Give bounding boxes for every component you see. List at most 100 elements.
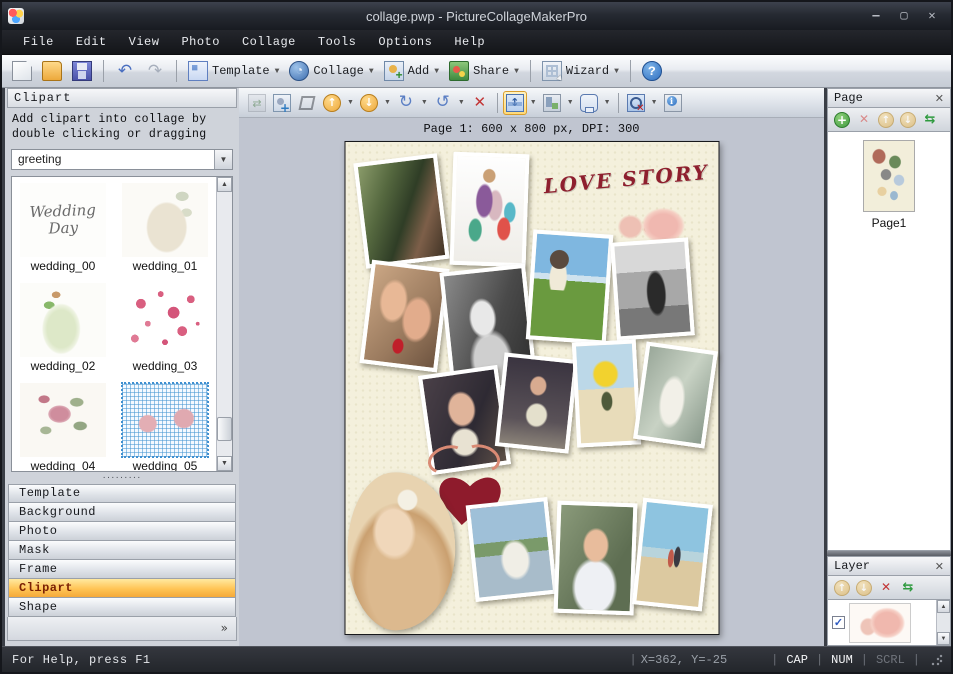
close-button[interactable]: ✕ [923,8,941,24]
photo-beach-walk-couple[interactable] [632,498,713,612]
clipart-thumbnail[interactable] [122,383,208,457]
new-button[interactable] [8,59,36,83]
open-button[interactable] [38,59,66,83]
clipart-scrollbar[interactable]: ▲ ▼ [216,177,232,471]
wizard-button[interactable]: Wizard ▼ [538,59,623,83]
share-button[interactable]: Share ▼ [445,59,523,83]
photo-bw-kneeling-beach[interactable] [610,237,695,340]
clipart-item-wedding_01[interactable]: wedding_01 [116,179,214,279]
delete-layer-icon[interactable] [878,580,894,596]
scrollbar-thumb[interactable] [217,417,232,441]
chevron-down-icon[interactable]: ▼ [514,67,519,76]
bring-forward-button[interactable] [320,91,344,115]
delete-object-button[interactable] [468,91,492,115]
clipart-thumbnail[interactable] [20,383,106,457]
tabs-overflow-button[interactable]: » [7,617,237,641]
move-layer-up-icon[interactable] [834,580,850,596]
chevron-down-icon[interactable]: ▼ [345,99,356,106]
minimize-button[interactable]: – [867,8,885,24]
clipart-thumbnail[interactable] [20,283,106,357]
crop-button[interactable] [295,91,319,115]
photo-bride-bouquet[interactable] [494,352,577,453]
undo-button[interactable]: ↶ [111,59,139,83]
layer-thumbnail[interactable] [849,603,911,643]
move-page-up-icon[interactable] [878,112,894,128]
sidebar-tab-clipart[interactable]: Clipart [8,579,236,598]
clipart-item-wedding_03[interactable]: wedding_03 [116,279,214,379]
maximize-button[interactable]: ▢ [895,8,913,24]
chevron-down-icon[interactable]: ▼ [602,99,613,106]
menu-photo[interactable]: Photo [170,32,231,52]
refresh-pages-icon[interactable] [922,112,938,128]
chevron-down-icon[interactable]: ▼ [275,67,280,76]
clipart-thumbnail[interactable] [122,283,208,357]
chevron-down-icon[interactable]: ▼ [369,67,374,76]
clipart-item-wedding_02[interactable]: wedding_02 [14,279,112,379]
layer-visibility-checkbox[interactable] [832,616,845,629]
clipart-item-wedding_04[interactable]: wedding_04 [14,379,112,472]
collage-button[interactable]: Collage ▼ [285,59,377,83]
chevron-down-icon[interactable]: ▼ [649,99,660,106]
align-button[interactable] [540,91,564,115]
sidebar-tab-photo[interactable]: Photo [8,522,236,541]
layer-scrollbar[interactable]: ▲ ▼ [936,600,950,645]
resize-button[interactable] [577,91,601,115]
chevron-down-icon[interactable]: ▼ [614,67,619,76]
replace-photo-button[interactable] [245,91,269,115]
collage-page[interactable]: LOVE STORY [344,141,719,635]
close-icon[interactable]: ✕ [935,560,944,573]
scroll-down-icon[interactable]: ▼ [937,632,950,645]
send-backward-button[interactable] [357,91,381,115]
menu-options[interactable]: Options [367,32,443,52]
title-love-story[interactable]: LOVE STORY [542,162,689,203]
page-thumbnail[interactable] [863,140,915,212]
menu-help[interactable]: Help [443,32,496,52]
align-center-button[interactable] [503,91,527,115]
menu-collage[interactable]: Collage [231,32,307,52]
chevron-down-icon[interactable]: ▼ [434,67,439,76]
preview-button[interactable] [624,91,648,115]
scroll-down-icon[interactable]: ▼ [217,456,232,471]
photo-shopping-couple[interactable] [449,152,529,268]
chevron-down-icon[interactable]: ▼ [214,150,232,169]
close-icon[interactable]: ✕ [935,92,944,105]
panel-splitter[interactable]: ········· [7,472,237,484]
rotate-ccw-button[interactable] [431,91,455,115]
clipart-category-dropdown[interactable]: greeting ▼ [11,149,233,170]
chevron-down-icon[interactable]: ▼ [382,99,393,106]
scroll-up-icon[interactable]: ▲ [937,600,950,613]
add-photo-button[interactable] [270,91,294,115]
sidebar-tab-frame[interactable]: Frame [8,560,236,579]
chevron-down-icon[interactable]: ▼ [565,99,576,106]
clipart-thumbnail[interactable] [122,183,208,257]
sidebar-tab-mask[interactable]: Mask [8,541,236,560]
clipart-item-wedding_00[interactable]: Wedding Daywedding_00 [14,179,112,279]
chevron-down-icon[interactable]: ▼ [528,99,539,106]
sidebar-tab-background[interactable]: Background [8,503,236,522]
add-button[interactable]: Add ▼ [380,59,443,83]
page-info-button[interactable] [661,91,685,115]
sidebar-tab-shape[interactable]: Shape [8,598,236,617]
photo-kissing-couple[interactable] [353,153,449,268]
menu-file[interactable]: File [12,32,65,52]
menu-view[interactable]: View [118,32,171,52]
photo-bride-groom-field[interactable] [525,229,612,344]
redo-button[interactable]: ↷ [141,59,169,83]
move-layer-down-icon[interactable] [856,580,872,596]
clipart-item-wedding_05[interactable]: wedding_05 [116,379,214,472]
resize-grip-icon[interactable] [930,653,943,666]
canvas-viewport[interactable]: LOVE STORY [239,140,824,646]
menu-tools[interactable]: Tools [307,32,368,52]
add-page-icon[interactable] [834,112,850,128]
photo-couple-closeup[interactable] [359,260,449,373]
clipart-swirl-ornament[interactable] [424,440,506,474]
move-page-down-icon[interactable] [900,112,916,128]
clipart-thumbnail[interactable]: Wedding Day [20,183,106,257]
photo-yellow-jumper-beach[interactable] [571,339,640,447]
refresh-layers-icon[interactable] [900,580,916,596]
photo-smiling-veil-bride[interactable] [553,501,637,616]
delete-page-icon[interactable] [856,112,872,128]
save-button[interactable] [68,59,96,83]
chevron-down-icon[interactable]: ▼ [456,99,467,106]
sidebar-tab-template[interactable]: Template [8,484,236,503]
